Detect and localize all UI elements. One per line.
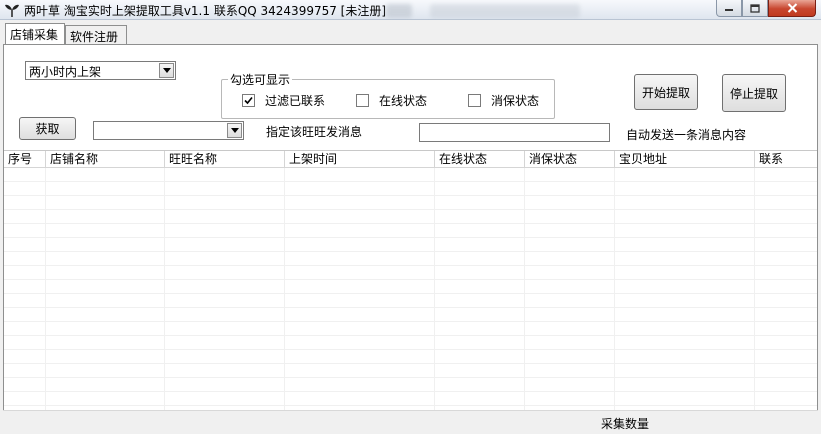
column-header[interactable]: 上架时间: [285, 151, 435, 168]
tab-label: 软件注册: [70, 30, 119, 44]
fetch-button[interactable]: 获取: [19, 117, 76, 140]
checkbox-label: 过滤已联系: [265, 94, 326, 108]
column-header[interactable]: 联系: [755, 151, 817, 168]
column-header[interactable]: 旺旺名称: [165, 151, 285, 168]
title-bar[interactable]: 两叶草 淘宝实时上架提取工具v1.1 联系QQ 3424399757 [未注册]: [0, 0, 821, 20]
auto-send-label: 自动发送一条消息内容: [626, 128, 747, 142]
tab-label: 店铺采集: [10, 28, 59, 42]
column-divider: [434, 168, 435, 432]
chevron-down-icon: [162, 67, 171, 73]
close-icon: [787, 3, 797, 13]
window-title: 两叶草 淘宝实时上架提取工具v1.1 联系QQ 3424399757 [未注册]: [24, 4, 387, 18]
minimize-button[interactable]: [716, 0, 742, 17]
column-header[interactable]: 消保状态: [525, 151, 615, 168]
checkmark-icon: [244, 96, 253, 105]
filter-contacted-checkbox[interactable]: 过滤已联系: [242, 92, 325, 109]
maximize-button[interactable]: [742, 0, 768, 17]
two-leaf-logo-icon: [5, 4, 19, 17]
select-value: 两小时内上架: [29, 65, 102, 79]
column-divider: [614, 168, 615, 432]
shop-collect-panel: 两小时内上架 勾选可显示 过滤已联系 在线状态 消保状态 开始提取 停止提取 获…: [3, 44, 818, 434]
column-divider: [754, 168, 755, 432]
minimize-icon: [725, 9, 733, 11]
column-divider: [45, 168, 46, 432]
button-label: 开始提取: [641, 85, 690, 100]
checkbox-label: 在线状态: [379, 94, 428, 108]
chevron-down-icon: [230, 127, 239, 133]
column-header[interactable]: 在线状态: [435, 151, 525, 168]
column-divider: [164, 168, 165, 432]
collect-count-label: 采集数量: [601, 417, 650, 431]
tab-software-register[interactable]: 软件注册: [65, 25, 127, 45]
title-blur: [430, 4, 580, 18]
group-title: 勾选可显示: [228, 71, 293, 88]
title-blur: [386, 4, 412, 18]
window-client-area: 店铺采集 软件注册 两小时内上架 勾选可显示 过滤已联系 在线状态 消保状态 开…: [0, 20, 821, 434]
column-header[interactable]: 宝贝地址: [615, 151, 755, 168]
checkbox-label: 消保状态: [491, 94, 540, 108]
checkbox-box[interactable]: [356, 94, 369, 107]
table-header: 序号 店铺名称 旺旺名称 上架时间 在线状态 消保状态 宝贝地址 联系: [4, 151, 817, 168]
stop-extract-button[interactable]: 停止提取: [722, 74, 786, 112]
dropdown-arrow[interactable]: [159, 63, 174, 78]
status-bar: 采集数量: [3, 410, 818, 434]
checkbox-box[interactable]: [468, 94, 481, 107]
online-status-checkbox[interactable]: 在线状态: [356, 92, 427, 109]
button-label: 停止提取: [729, 86, 778, 101]
wangwang-select[interactable]: [93, 121, 244, 140]
button-label: 获取: [35, 122, 60, 136]
table-body[interactable]: [4, 168, 817, 432]
close-button[interactable]: [768, 0, 816, 17]
send-to-wangwang-label: 指定该旺旺发消息: [266, 125, 363, 139]
maximize-icon: [750, 3, 760, 13]
column-divider: [284, 168, 285, 432]
shelf-time-select[interactable]: 两小时内上架: [25, 61, 176, 80]
tab-shop-collect[interactable]: 店铺采集: [5, 23, 65, 45]
results-table[interactable]: 序号 店铺名称 旺旺名称 上架时间 在线状态 消保状态 宝贝地址 联系: [4, 150, 817, 432]
column-header[interactable]: 店铺名称: [46, 151, 165, 168]
checkbox-box[interactable]: [242, 94, 255, 107]
start-extract-button[interactable]: 开始提取: [634, 74, 698, 110]
column-divider: [524, 168, 525, 432]
display-filter-group: 勾选可显示 过滤已联系 在线状态 消保状态: [221, 71, 555, 119]
auto-message-input[interactable]: [419, 123, 610, 142]
column-header[interactable]: 序号: [4, 151, 46, 168]
dropdown-arrow[interactable]: [227, 123, 242, 138]
guarantee-status-checkbox[interactable]: 消保状态: [468, 92, 539, 109]
